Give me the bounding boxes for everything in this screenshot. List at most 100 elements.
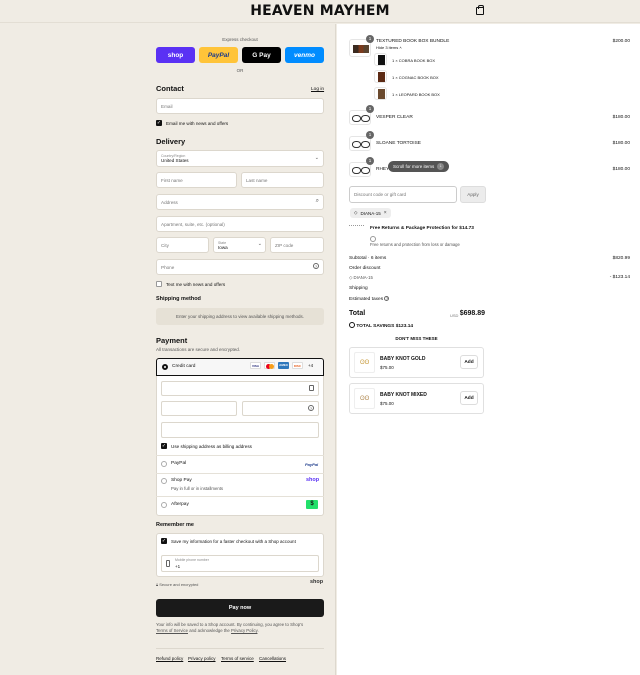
help-icon[interactable]: ? <box>308 405 314 411</box>
brand-logo[interactable]: HEAVEN MAYHEM <box>0 3 640 19</box>
first-name-input[interactable]: First name <box>156 172 237 188</box>
glasses-image <box>352 141 370 148</box>
lock-icon <box>309 385 314 391</box>
apply-discount-button[interactable]: Apply <box>460 186 486 203</box>
cancellations-link[interactable]: Cancellations <box>259 656 286 661</box>
contact-heading: Contact <box>156 84 184 93</box>
glasses-image <box>352 167 370 174</box>
bundle-sub-item: 1 × LEOPARD BOOK BOX <box>392 92 440 97</box>
upsell-name: BABY KNOT GOLD <box>380 356 426 362</box>
afterpay-option-label[interactable]: Afterpay <box>171 502 189 507</box>
name-on-card-input[interactable] <box>161 422 319 438</box>
login-link[interactable]: Log in <box>311 87 324 92</box>
phone-input[interactable]: Phone ? <box>156 259 324 275</box>
bundle-name: TEXTURED BOOK BOX BUNDLE <box>376 39 450 44</box>
secure-encrypted-label: 🔒︎ Secure and encrypted <box>156 582 198 587</box>
total-label: Total <box>349 310 366 317</box>
help-icon[interactable]: ? <box>313 263 319 269</box>
hide-items-toggle[interactable]: Hide 3 items ˄ <box>376 45 402 50</box>
expiration-input[interactable] <box>161 401 237 416</box>
shop-pay-radio[interactable] <box>161 478 167 484</box>
footer-divider <box>156 648 324 649</box>
search-icon: ⌕ <box>315 198 319 204</box>
header: HEAVEN MAYHEM <box>0 0 640 23</box>
discount-tag-label: DIANA-15 <box>360 210 381 216</box>
city-input[interactable]: City <box>156 237 209 253</box>
address-input[interactable]: Address ⌕ <box>156 194 324 210</box>
card-number-input[interactable] <box>161 381 319 396</box>
save-info-checkbox[interactable]: ✓ <box>161 538 167 544</box>
item-name: SLOANE TORTOISE <box>376 141 421 146</box>
credit-card-radio[interactable] <box>162 364 168 370</box>
or-divider: OR <box>236 68 244 73</box>
email-news-checkbox[interactable]: ✓ <box>156 120 162 126</box>
subtotal-label: Subtotal · 6 items <box>349 256 387 261</box>
refund-policy-link[interactable]: Refund policy <box>156 656 183 661</box>
help-icon[interactable]: ? <box>384 296 390 301</box>
pay-now-button[interactable]: Pay now <box>156 599 324 617</box>
text-news-checkbox[interactable] <box>156 281 162 287</box>
shop-pay-button[interactable]: shop <box>156 47 195 63</box>
privacy-policy-link[interactable]: Privacy policy <box>188 656 216 661</box>
billing-address-checkbox[interactable]: ✓ <box>161 443 167 449</box>
payment-subtitle: All transactions are secure and encrypte… <box>156 347 241 352</box>
quantity-badge: 1 <box>366 157 374 165</box>
shopping-bag-icon[interactable] <box>476 5 484 15</box>
subtotal-value: $820.99 <box>612 256 630 261</box>
mobile-phone-input[interactable]: Mobile phone number +1 <box>161 555 319 572</box>
country-select[interactable]: Country/Region United States ⌄ <box>156 150 324 167</box>
discount-code-input[interactable]: Discount code or gift card <box>349 186 457 203</box>
shop-terms-link[interactable]: Terms of Service <box>156 628 188 633</box>
paypal-option-label[interactable]: PayPal <box>171 461 186 466</box>
cobra-thumbnail <box>374 53 387 66</box>
legal-text-intro: Your info will be saved to a Shop accoun… <box>156 622 304 627</box>
mastercard-icon <box>264 362 275 369</box>
paypal-button[interactable]: PayPal <box>199 47 238 63</box>
apartment-input[interactable]: Apartment, suite, etc. (optional) <box>156 216 324 232</box>
discover-icon: DISC <box>292 362 303 369</box>
phone-icon <box>166 560 170 567</box>
earring-image: ʘʘ <box>360 396 370 402</box>
zip-input[interactable]: ZIP code <box>270 237 324 253</box>
upsell-price: $75.00 <box>380 401 394 406</box>
divider <box>156 473 324 474</box>
credit-card-option[interactable]: Credit card VISA AMEX DISC +4 <box>156 358 324 376</box>
last-name-input[interactable]: Last name <box>241 172 324 188</box>
shop-pay-option-label[interactable]: Shop Pay <box>171 478 192 483</box>
cognac-thumbnail <box>374 70 387 83</box>
taxes-label-text: Estimated taxes <box>349 297 384 302</box>
legal-text-dot: . <box>257 628 259 633</box>
total-value: $698.89 <box>459 310 485 317</box>
close-icon[interactable]: × <box>384 210 387 216</box>
leopard-box-image <box>378 89 385 99</box>
delivery-heading: Delivery <box>156 137 186 146</box>
lock-icon: 🔒︎ <box>156 582 159 587</box>
chevron-up-icon: ˄ <box>399 45 402 50</box>
state-select[interactable]: State Iowa ⌄ <box>213 237 266 253</box>
chevron-down-icon: ⌄ <box>257 241 262 247</box>
email-input[interactable]: Email <box>156 98 324 114</box>
add-upsell-button[interactable]: Add <box>460 391 478 405</box>
discount-code-line: ◇ DIANA-15 <box>349 275 373 281</box>
quantity-badge: 1 <box>366 131 374 139</box>
discount-value: - $123.14 <box>609 275 630 280</box>
afterpay-radio[interactable] <box>161 502 167 508</box>
billing-address-label: Use shipping address as billing address <box>171 444 252 449</box>
shop-privacy-link[interactable]: Privacy Policy <box>231 628 257 633</box>
scroll-more-button[interactable]: Scroll for more items ↓ <box>388 161 450 172</box>
venmo-button[interactable]: venmo <box>285 47 324 63</box>
paypal-radio[interactable] <box>161 461 167 467</box>
google-pay-button[interactable]: G Pay <box>242 47 281 63</box>
dont-miss-heading: DON'T MISS THESE <box>395 336 438 341</box>
payment-heading: Payment <box>156 336 188 345</box>
taxes-label: Estimated taxes ? <box>349 296 390 302</box>
mobile-phone-label: Mobile phone number <box>175 558 209 562</box>
protection-icon <box>349 225 364 226</box>
tag-icon: ◇ <box>354 210 358 215</box>
add-upsell-button[interactable]: Add <box>460 355 478 369</box>
currency-code: USD <box>450 313 459 318</box>
legal-text: Your info will be saved to a Shop accoun… <box>156 622 326 634</box>
terms-of-service-link[interactable]: Terms of service <box>221 656 254 661</box>
item-price: $180.00 <box>612 141 630 146</box>
security-code-input[interactable]: ? <box>242 401 319 416</box>
